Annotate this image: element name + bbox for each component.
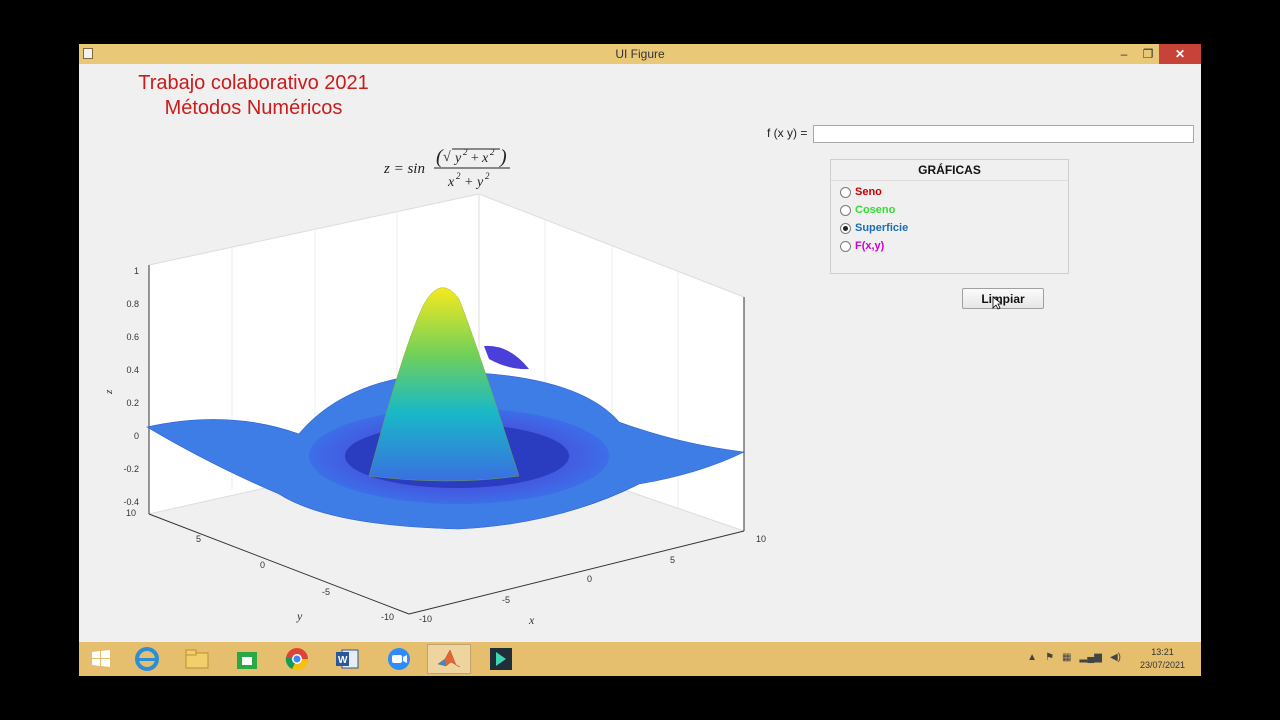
signal-icon[interactable]: ▂▄▆ (1080, 652, 1102, 663)
start-button[interactable] (79, 644, 123, 674)
z-tick: 1 (134, 266, 139, 276)
z-tick: 0.8 (126, 299, 139, 309)
zoom-icon (388, 648, 410, 670)
clock-time: 13:21 (1151, 647, 1174, 657)
radio-circle[interactable] (840, 240, 851, 252)
network-icon[interactable]: ▦ (1062, 652, 1071, 663)
y-tick: 5 (196, 534, 201, 544)
taskbar-matlab[interactable] (427, 644, 471, 674)
minimize-button[interactable]: – (1111, 44, 1137, 64)
restore-button[interactable]: ❐ (1135, 44, 1161, 64)
windows-icon (92, 650, 110, 667)
radio-label: Superficie (855, 222, 909, 234)
x-tick: 0 (587, 574, 592, 584)
clock-date: 23/07/2021 (1139, 660, 1185, 670)
window-titlebar[interactable]: UI Figure – ❐ ✕ (79, 44, 1201, 64)
mouse-cursor-icon (992, 296, 1002, 310)
z-axis-label: z (103, 389, 115, 395)
volume-icon[interactable]: ◀) (1110, 652, 1121, 663)
z-tick: 0 (134, 431, 139, 441)
taskbar-store[interactable] (225, 644, 269, 674)
internet-explorer-icon (135, 647, 159, 671)
radio-coseno[interactable]: Coseno (840, 202, 895, 218)
graficas-panel: GRÁFICAS Seno Coseno Superficie F(x,y) (830, 159, 1069, 274)
taskbar-internet-explorer[interactable] (125, 644, 169, 674)
svg-text:+: + (470, 151, 479, 166)
x-tick: -5 (502, 595, 510, 605)
y-tick: 0 (260, 560, 265, 570)
heading-line1: Trabajo colaborativo 2021 (138, 72, 369, 94)
taskbar-file-explorer[interactable] (175, 644, 219, 674)
z-tick: 0.2 (126, 398, 139, 408)
matlab-icon (437, 649, 461, 668)
svg-text:z = sin: z = sin (383, 161, 425, 177)
svg-text:2: 2 (463, 147, 468, 157)
svg-text:2: 2 (456, 171, 461, 181)
y-tick: -5 (322, 587, 330, 597)
svg-text:√: √ (443, 150, 451, 165)
x-axis-ticks: -10 -5 0 5 10 (419, 534, 766, 624)
fxy-input[interactable] (813, 125, 1194, 143)
x-tick: 5 (670, 555, 675, 565)
x-axis-label: x (528, 613, 535, 627)
x-tick: 10 (756, 534, 766, 544)
svg-text:+: + (464, 175, 473, 190)
z-tick: -0.4 (123, 497, 139, 507)
limpiar-button[interactable]: Limpiar (962, 288, 1044, 309)
radio-circle-selected[interactable] (840, 222, 851, 234)
flag-icon[interactable]: ⚑ (1045, 652, 1054, 663)
svg-text:y: y (475, 175, 484, 190)
radio-seno[interactable]: Seno (840, 184, 882, 200)
x-tick: -10 (419, 614, 432, 624)
clock[interactable]: 13:21 23/07/2021 (1140, 646, 1185, 672)
word-icon: W (336, 649, 359, 669)
show-hidden-icons-icon[interactable]: ▲ (1027, 652, 1037, 663)
radio-superficie[interactable]: Superficie (840, 220, 908, 236)
radio-circle[interactable] (840, 186, 851, 198)
heading-line2: Métodos Numéricos (164, 97, 343, 119)
system-tray[interactable]: ▲ ⚑ ▦ ▂▄▆ ◀) (1027, 652, 1121, 663)
svg-text:y: y (453, 151, 462, 166)
svg-text:): ) (499, 146, 507, 168)
radio-label: F(x,y) (855, 240, 885, 252)
folder-icon (185, 649, 209, 669)
graficas-title: GRÁFICAS (831, 160, 1068, 181)
taskbar: W ▲ ⚑ ▦ ▂▄▆ ◀) 13:21 23/07/2021 (79, 642, 1201, 676)
window-title: UI Figure (615, 47, 665, 61)
store-icon (237, 652, 257, 669)
svg-text:x: x (481, 151, 489, 166)
z-tick: 0.4 (126, 365, 139, 375)
taskbar-zoom[interactable] (377, 644, 421, 674)
radio-label: Coseno (855, 204, 896, 216)
desktop-screen: UI Figure – ❐ ✕ Trabajo colaborativo 202… (79, 44, 1201, 676)
filmora-icon (490, 648, 512, 670)
chrome-icon (285, 648, 309, 671)
taskbar-chrome[interactable] (275, 644, 319, 674)
taskbar-filmora[interactable] (479, 644, 523, 674)
y-tick: -10 (381, 612, 394, 622)
fxy-label: f (x y) = (767, 126, 808, 140)
radio-fxy[interactable]: F(x,y) (840, 238, 884, 254)
svg-text:x: x (447, 175, 455, 190)
taskbar-word[interactable]: W (325, 644, 369, 674)
formula: z = sin ( √ y 2 + x 2 ) x 2 + y 2 (382, 144, 517, 192)
y-axis-label: y (296, 609, 303, 623)
z-tick: -0.2 (123, 464, 139, 474)
surface-plot[interactable]: 1 0.8 0.6 0.4 0.2 0 -0.2 -0.4 z 10 5 0 -… (79, 193, 779, 634)
svg-text:2: 2 (485, 171, 490, 181)
y-axis-ticks: 10 5 0 -5 -10 (126, 508, 394, 622)
svg-text:2: 2 (490, 147, 495, 157)
z-tick: 0.6 (126, 332, 139, 342)
close-button[interactable]: ✕ (1159, 44, 1201, 64)
z-axis-ticks: 1 0.8 0.6 0.4 0.2 0 -0.2 -0.4 (123, 266, 139, 507)
svg-text:W: W (338, 655, 348, 666)
y-tick: 10 (126, 508, 136, 518)
radio-label: Seno (855, 186, 882, 198)
radio-circle[interactable] (840, 204, 851, 216)
